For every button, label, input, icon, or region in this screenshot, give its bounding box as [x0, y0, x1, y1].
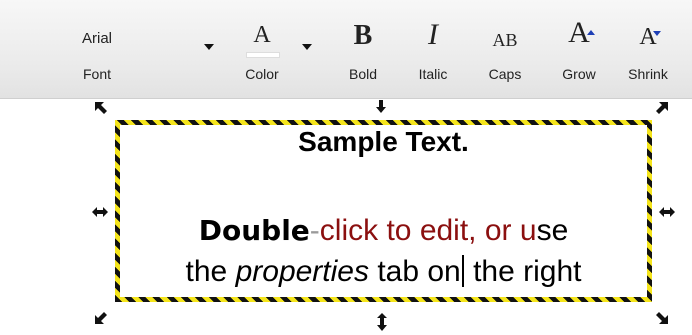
- font-tool[interactable]: Arial Font: [68, 0, 126, 98]
- caps-label: Caps: [488, 66, 522, 82]
- red-text: click to edit, or u: [319, 214, 537, 247]
- font-label: Font: [82, 66, 111, 82]
- sample-title-text[interactable]: Sample Text.: [115, 126, 652, 158]
- text-caret: [461, 255, 464, 287]
- resize-w-icon[interactable]: [91, 206, 109, 218]
- shrink-arrow-icon: [653, 31, 661, 36]
- resize-e-icon[interactable]: [658, 206, 676, 218]
- italic-icon: I: [428, 18, 438, 51]
- grow-button[interactable]: A Grow: [556, 0, 602, 98]
- font-dropdown-icon[interactable]: [204, 44, 214, 50]
- color-swatch: [246, 52, 280, 58]
- resize-sw-icon[interactable]: [93, 310, 109, 326]
- italic-label: Italic: [418, 66, 448, 82]
- bold-icon: B: [353, 20, 373, 51]
- color-tool[interactable]: A Color: [236, 0, 288, 98]
- italic-button[interactable]: I Italic: [410, 0, 456, 98]
- caps-button[interactable]: AB Caps: [482, 0, 528, 98]
- shrink-button[interactable]: A Shrink: [620, 0, 676, 98]
- italic-word: properties: [235, 255, 369, 288]
- text-start: the: [185, 255, 236, 288]
- color-label: Color: [245, 66, 279, 82]
- color-dropdown-icon[interactable]: [302, 44, 312, 50]
- hyphen: -: [309, 214, 320, 247]
- grow-icon: A: [568, 16, 590, 49]
- formatting-toolbar: Arial Font A Color B Bold I Italic AB Ca…: [0, 0, 692, 99]
- resize-nw-icon[interactable]: [93, 100, 109, 116]
- shrink-label: Shrink: [628, 66, 668, 82]
- grow-arrow-icon: [587, 30, 595, 35]
- grow-label: Grow: [562, 66, 596, 82]
- caps-icon: AB: [492, 30, 518, 50]
- bold-label: Bold: [348, 66, 378, 82]
- body-text-line-1[interactable]: Double-click to edit, or use: [115, 214, 652, 248]
- word-double: Double: [198, 214, 310, 247]
- resize-se-icon[interactable]: [654, 310, 670, 326]
- text-middle: tab on: [368, 255, 461, 288]
- text-end: the right: [464, 255, 582, 288]
- resize-s-icon[interactable]: [376, 312, 388, 332]
- body-text-line-2[interactable]: the properties tab on the right: [115, 255, 652, 289]
- font-value: Arial: [81, 30, 112, 47]
- resize-n-icon[interactable]: [375, 99, 387, 115]
- color-a-icon: A: [253, 22, 271, 48]
- text-tail: se: [536, 214, 569, 247]
- shrink-icon: A: [639, 24, 657, 50]
- bold-button[interactable]: B Bold: [340, 0, 386, 98]
- resize-ne-icon[interactable]: [654, 100, 670, 116]
